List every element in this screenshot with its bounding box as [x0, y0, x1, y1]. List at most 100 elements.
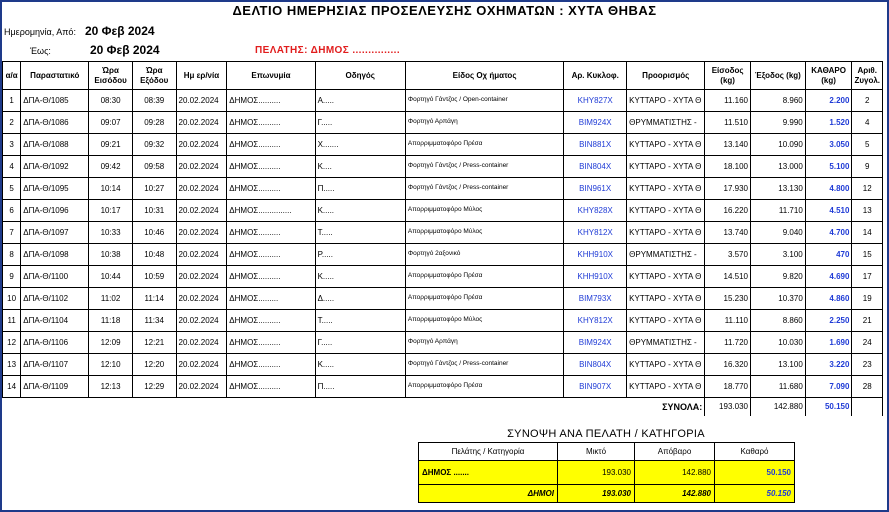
- row-date: 20.02.2024: [175, 265, 228, 288]
- summary-header-tare: Απόβαρο: [634, 442, 715, 461]
- date-to-label: Έως:: [30, 46, 51, 56]
- row-time-in: 09:07: [88, 111, 133, 134]
- weighing-table: α/α Παραστατικό Ώρα Εισόδου Ώρα Εξόδου Η…: [1, 61, 883, 416]
- row-aa: 7: [1, 221, 22, 244]
- row-destination: ΚΥΤΤΑΡΟ - ΧΥΤΑ Θ: [626, 155, 706, 178]
- row-plate: ΒΙΝ804Χ: [563, 353, 628, 376]
- row-doc: ΔΠΑ-Θ/1104: [20, 309, 90, 332]
- summary-total-row: ΔΗΜΟΙ 193.030 142.880 50.150: [418, 484, 795, 503]
- col-header-net-kg: ΚΑΘΑΡΟ (kg): [804, 61, 853, 90]
- row-time-out: 08:39: [131, 89, 177, 112]
- row-aa: 9: [1, 265, 22, 288]
- col-header-time-out: Ώρα Εξόδου: [131, 61, 177, 90]
- row-scale: 24: [851, 331, 883, 354]
- row-vehicle-type: Απορριμματοφόρο Μύλος: [404, 221, 565, 244]
- row-name: ΔΗΜΟΣ..........: [226, 89, 316, 112]
- row-net-kg: 4.800: [804, 177, 853, 200]
- row-scale: 14: [851, 221, 883, 244]
- row-time-in: 10:33: [88, 221, 133, 244]
- row-net-kg: 4.510: [804, 199, 853, 222]
- summary-table: Πελάτης / Κατηγορία Μικτό Απόβαρο Καθαρό…: [418, 442, 795, 503]
- table-row: 5 ΔΠΑ-Θ/1095 10:14 10:27 20.02.2024 ΔΗΜΟΣ....…: [1, 177, 883, 200]
- row-date: 20.02.2024: [175, 221, 228, 244]
- col-header-aa: α/α: [1, 61, 22, 90]
- row-plate: ΒΙΝ881Χ: [563, 133, 628, 156]
- row-in-kg: 13.140: [704, 133, 751, 156]
- row-aa: 13: [1, 353, 22, 376]
- totals-out-kg: 142.880: [749, 397, 806, 416]
- row-net-kg: 4.700: [804, 221, 853, 244]
- row-driver: Ρ.....: [314, 243, 406, 266]
- row-time-out: 10:48: [131, 243, 177, 266]
- row-in-kg: 11.110: [704, 309, 751, 332]
- row-date: 20.02.2024: [175, 375, 228, 398]
- row-aa: 11: [1, 309, 22, 332]
- totals-row: ΣΥΝΟΛΑ: 193.030 142.880 50.150: [3, 397, 883, 416]
- row-scale: 15: [851, 243, 883, 266]
- row-aa: 2: [1, 111, 22, 134]
- col-header-out-kg: Έξοδος (kg): [749, 61, 806, 90]
- client-label: ΠΕΛΑΤΗΣ: ΔΗΜΟΣ ...............: [255, 45, 400, 56]
- row-name: ΔΗΜΟΣ..........: [226, 331, 316, 354]
- row-aa: 4: [1, 155, 22, 178]
- row-doc: ΔΠΑ-Θ/1100: [20, 265, 90, 288]
- row-time-out: 10:27: [131, 177, 177, 200]
- row-scale: 23: [851, 353, 883, 376]
- row-name: ΔΗΜΟΣ.........: [226, 287, 316, 310]
- col-header-plate: Αρ. Κυκλοφ.: [563, 61, 628, 90]
- row-net-kg: 1.520: [804, 111, 853, 134]
- totals-label: ΣΥΝΟΛΑ:: [662, 401, 703, 412]
- row-date: 20.02.2024: [175, 287, 228, 310]
- summary-header-client: Πελάτης / Κατηγορία: [418, 442, 558, 461]
- row-scale: 19: [851, 287, 883, 310]
- row-destination: ΘΡΥΜΜΑΤΙΣΤΗΣ -: [626, 111, 706, 134]
- col-header-vehicle-type: Είδος Οχ ήματος: [404, 61, 565, 90]
- row-time-in: 11:02: [88, 287, 133, 310]
- row-in-kg: 13.740: [704, 221, 751, 244]
- row-time-in: 12:13: [88, 375, 133, 398]
- row-doc: ΔΠΑ-Θ/1086: [20, 111, 90, 134]
- row-doc: ΔΠΑ-Θ/1109: [20, 375, 90, 398]
- row-driver: Δ.....: [314, 287, 406, 310]
- row-plate: ΚΗΥ812Χ: [563, 221, 628, 244]
- row-time-in: 10:14: [88, 177, 133, 200]
- row-in-kg: 16.220: [704, 199, 751, 222]
- row-driver: Π.....: [314, 177, 406, 200]
- row-out-kg: 9.820: [749, 265, 806, 288]
- row-destination: ΚΥΤΤΑΡΟ - ΧΥΤΑ Θ: [626, 375, 706, 398]
- row-destination: ΚΥΤΤΑΡΟ - ΧΥΤΑ Θ: [626, 221, 706, 244]
- table-row: 7 ΔΠΑ-Θ/1097 10:33 10:46 20.02.2024 ΔΗΜΟΣ....…: [1, 221, 883, 244]
- table-row: 12 ΔΠΑ-Θ/1106 12:09 12:21 20.02.2024 ΔΗΜΟΣ...…: [1, 331, 883, 354]
- row-driver: Χ.......: [314, 133, 406, 156]
- table-row: 6 ΔΠΑ-Θ/1096 10:17 10:31 20.02.2024 ΔΗΜΟΣ....…: [1, 199, 883, 222]
- row-out-kg: 3.100: [749, 243, 806, 266]
- row-time-in: 10:44: [88, 265, 133, 288]
- row-net-kg: 4.690: [804, 265, 853, 288]
- row-date: 20.02.2024: [175, 133, 228, 156]
- row-scale: 12: [851, 177, 883, 200]
- col-header-in-kg: Είσοδος (kg): [704, 61, 751, 90]
- row-vehicle-type: Απορριμματοφόρο Πρέσα: [404, 287, 565, 310]
- col-header-date: Ημ ερ/νία: [175, 61, 228, 90]
- row-name: ΔΗΜΟΣ..........: [226, 221, 316, 244]
- row-vehicle-type: Απορριμματοφόρο Μύλος: [404, 199, 565, 222]
- row-aa: 10: [1, 287, 22, 310]
- row-vehicle-type: Φορτηγό Αρπάγη: [404, 111, 565, 134]
- row-vehicle-type: Απορριμματοφόρο Πρέσα: [404, 375, 565, 398]
- summary-header-net: Καθαρό: [714, 442, 795, 461]
- row-net-kg: 470: [804, 243, 853, 266]
- table-row: 9 ΔΠΑ-Θ/1100 10:44 10:59 20.02.2024 ΔΗΜΟΣ....…: [1, 265, 883, 288]
- row-doc: ΔΠΑ-Θ/1085: [20, 89, 90, 112]
- row-in-kg: 11.720: [704, 331, 751, 354]
- row-in-kg: 11.510: [704, 111, 751, 134]
- row-aa: 5: [1, 177, 22, 200]
- row-time-out: 12:29: [131, 375, 177, 398]
- row-net-kg: 3.220: [804, 353, 853, 376]
- totals-net-kg: 50.150: [804, 397, 853, 416]
- row-out-kg: 10.090: [749, 133, 806, 156]
- row-plate: ΚΗΥ828Χ: [563, 199, 628, 222]
- row-time-out: 11:34: [131, 309, 177, 332]
- row-out-kg: 9.990: [749, 111, 806, 134]
- row-doc: ΔΠΑ-Θ/1102: [20, 287, 90, 310]
- summary-title: ΣΥΝΟΨΗ ΑΝΑ ΠΕΛΑΤΗ / ΚΑΤΗΓΟΡΙΑ: [507, 428, 705, 440]
